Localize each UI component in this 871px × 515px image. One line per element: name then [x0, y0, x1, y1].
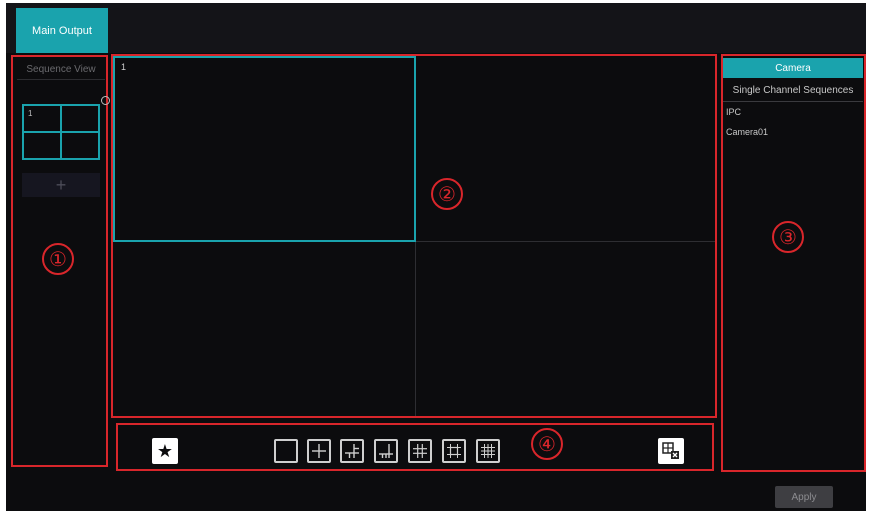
annotation-marker-2: ② — [431, 178, 463, 210]
sequence-thumbnail[interactable]: 1 — [22, 104, 100, 160]
layout-6-icon — [345, 444, 359, 458]
tree-item-ipc[interactable]: IPC — [726, 107, 741, 117]
layout-6-button[interactable] — [340, 439, 364, 463]
layout-8-button[interactable] — [374, 439, 398, 463]
main-output-window: Main Output Sequence View 1 + 1 Camera S… — [6, 3, 866, 511]
annotation-marker-1: ① — [42, 243, 74, 275]
thumbnail-divider — [24, 131, 98, 133]
thumbnail-number: 1 — [28, 109, 33, 118]
layout-1-button[interactable] — [274, 439, 298, 463]
tab-camera[interactable]: Camera — [723, 58, 863, 78]
video-cell-2[interactable] — [416, 56, 715, 242]
sequence-view-header: Sequence View — [17, 59, 105, 80]
annotation-marker-4: ④ — [531, 428, 563, 460]
layout-13-button[interactable] — [442, 439, 466, 463]
video-cell-1[interactable]: 1 — [113, 56, 416, 242]
layout-8-icon — [379, 444, 393, 458]
tab-main-output[interactable]: Main Output — [16, 8, 108, 53]
favorite-star-icon[interactable]: ★ — [152, 438, 178, 464]
layout-16-icon — [481, 444, 495, 458]
cell-number: 1 — [121, 62, 127, 72]
layout-9-icon — [413, 444, 427, 458]
annotation-box-right-panel — [721, 54, 866, 472]
layout-16-button[interactable] — [476, 439, 500, 463]
tab-bar: Main Output — [6, 3, 866, 53]
layout-13-icon — [447, 444, 461, 458]
clear-layout-icon — [662, 442, 679, 459]
thumbnail-close-icon[interactable] — [101, 96, 110, 105]
video-cell-3[interactable] — [113, 242, 416, 416]
layout-4-button[interactable] — [307, 439, 331, 463]
annotation-marker-3: ③ — [772, 221, 804, 253]
layout-1-icon — [279, 444, 293, 458]
layout-4-icon — [312, 444, 326, 458]
tab-single-channel-sequences[interactable]: Single Channel Sequences — [723, 79, 863, 102]
add-sequence-button[interactable]: + — [22, 173, 100, 197]
video-cell-4[interactable] — [416, 242, 715, 416]
clear-layout-button[interactable] — [658, 438, 684, 464]
layout-9-button[interactable] — [408, 439, 432, 463]
apply-button[interactable]: Apply — [775, 486, 833, 508]
tree-item-camera01[interactable]: Camera01 — [726, 127, 768, 137]
